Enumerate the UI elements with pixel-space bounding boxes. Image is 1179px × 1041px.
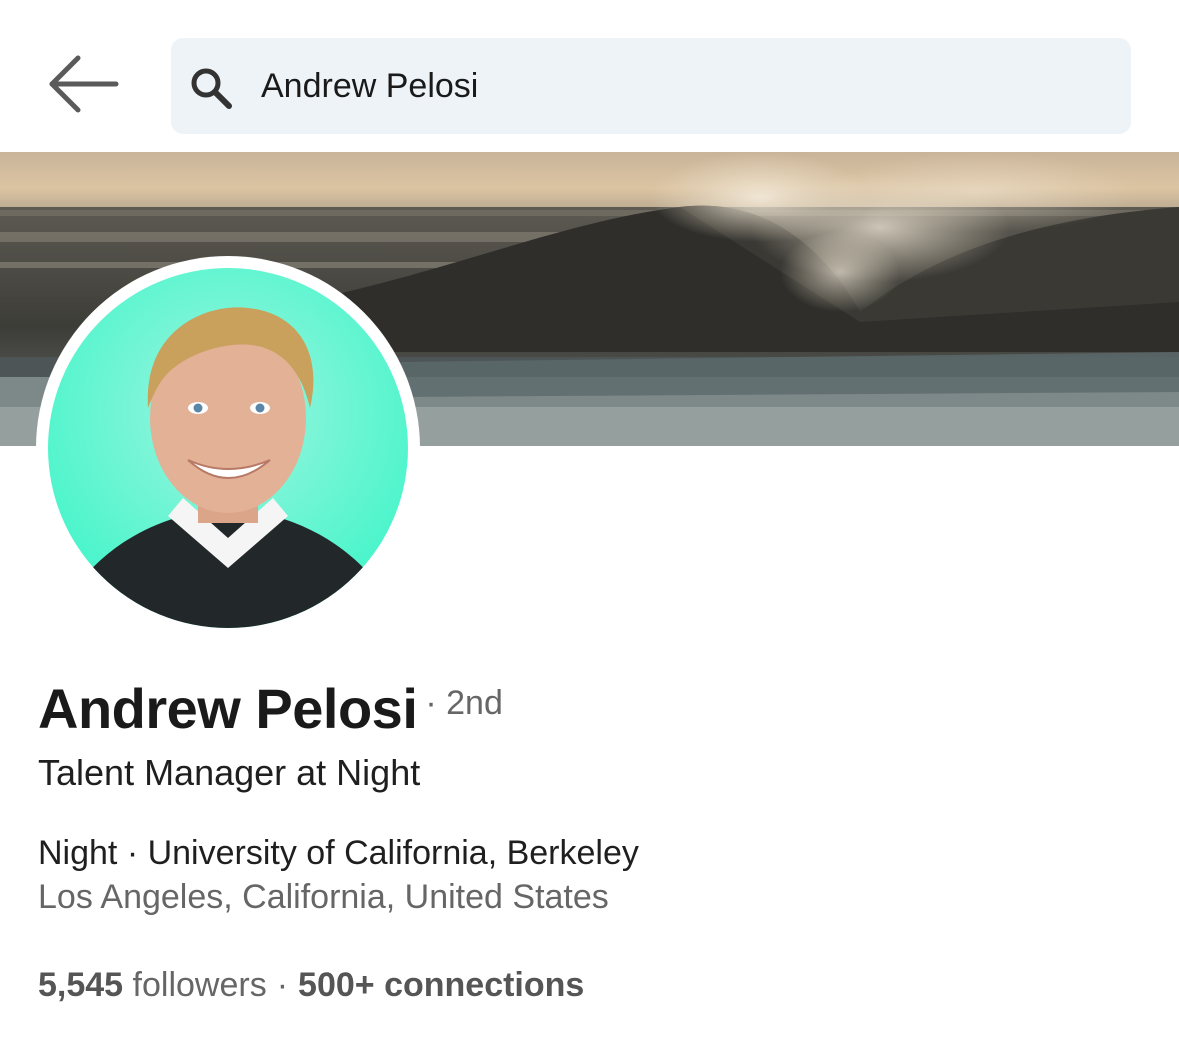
followers-label: followers bbox=[132, 966, 267, 1004]
profile-photo-frame[interactable] bbox=[36, 256, 420, 640]
top-bar bbox=[0, 0, 1179, 152]
connection-degree: · 2nd bbox=[425, 684, 503, 722]
followers-count: 5,545 bbox=[38, 966, 124, 1004]
avatar bbox=[48, 268, 408, 628]
back-arrow-icon bbox=[49, 55, 119, 113]
profile-headline: Talent Manager at Night bbox=[38, 752, 421, 793]
profile-location: Los Angeles, California, United States bbox=[38, 878, 609, 916]
search-icon bbox=[191, 68, 232, 109]
connections-link[interactable]: 500+ connections bbox=[298, 966, 584, 1004]
company-education[interactable]: Night · University of California, Berkel… bbox=[38, 834, 639, 873]
back-button[interactable] bbox=[46, 52, 120, 116]
profile-name: Andrew Pelosi bbox=[38, 677, 418, 740]
search-input[interactable] bbox=[261, 38, 1101, 134]
profile-stats: 5,545 followers · 500+ connections bbox=[38, 966, 584, 1005]
name-row: Andrew Pelosi · 2nd bbox=[38, 676, 503, 756]
profile-page: Andrew Pelosi· 2nd Talent Manager at Nig… bbox=[0, 0, 1179, 1041]
stats-separator: · bbox=[276, 966, 289, 1004]
search-bar[interactable] bbox=[171, 38, 1131, 134]
